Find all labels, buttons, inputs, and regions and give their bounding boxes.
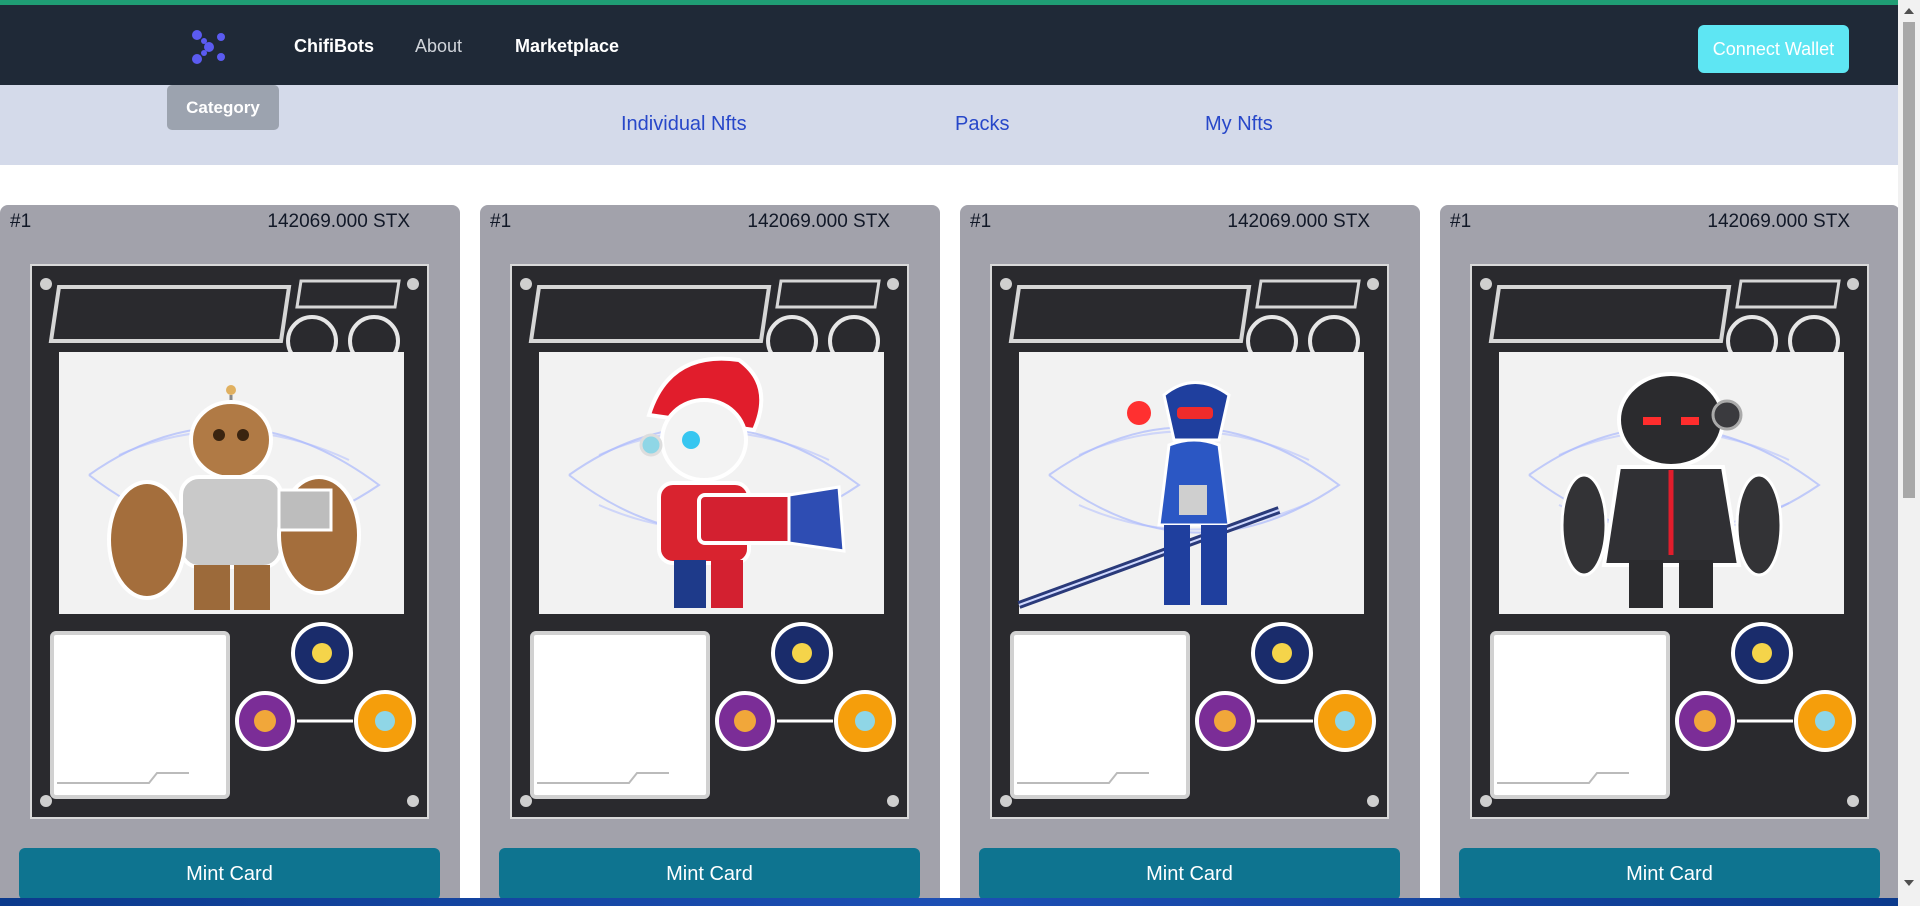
card-frame-art: [19, 255, 440, 828]
chifi-logo-icon[interactable]: [188, 26, 230, 68]
card-price: 142069.000 STX: [1707, 211, 1850, 232]
connect-wallet-button[interactable]: Connect Wallet: [1698, 25, 1849, 73]
page-scrollbar[interactable]: [1898, 0, 1920, 906]
card-id: #1: [970, 211, 992, 232]
nav-link-about[interactable]: About: [415, 36, 462, 57]
nft-card: #1 142069.000 STX Mint Card: [0, 205, 460, 906]
category-subnav: Individual Nfts Packs My Nfts: [0, 85, 1898, 165]
card-price: 142069.000 STX: [267, 211, 410, 232]
mint-card-button[interactable]: Mint Card: [499, 848, 920, 900]
nav-link-marketplace[interactable]: Marketplace: [515, 36, 619, 57]
mint-card-button[interactable]: Mint Card: [19, 848, 440, 900]
nft-card-image[interactable]: [499, 255, 920, 828]
card-frame-art: [1459, 255, 1880, 828]
card-frame-art: [979, 255, 1400, 828]
mint-card-button[interactable]: Mint Card: [979, 848, 1400, 900]
tab-packs[interactable]: Packs: [955, 113, 1009, 136]
card-frame-art: [499, 255, 920, 828]
scroll-up-arrow-icon[interactable]: [1904, 8, 1914, 14]
nft-card-image[interactable]: [979, 255, 1400, 828]
card-id: #1: [10, 211, 32, 232]
nft-card: #1 142069.000 STX Mint Card: [960, 205, 1420, 906]
tab-individual-nfts[interactable]: Individual Nfts: [621, 113, 747, 136]
category-button[interactable]: Category: [167, 85, 279, 130]
mint-card-button[interactable]: Mint Card: [1459, 848, 1880, 900]
tab-my-nfts[interactable]: My Nfts: [1205, 113, 1273, 136]
nav-link-chifibots[interactable]: ChifiBots: [294, 36, 374, 57]
nft-card-image[interactable]: [1459, 255, 1880, 828]
scroll-down-arrow-icon[interactable]: [1904, 880, 1914, 886]
card-id: #1: [1450, 211, 1472, 232]
scrollbar-thumb[interactable]: [1903, 22, 1915, 498]
taskbar-edge: [0, 898, 1898, 906]
nft-card-image[interactable]: [19, 255, 440, 828]
navbar: ChifiBots About Marketplace Connect Wall…: [0, 5, 1898, 85]
card-id: #1: [490, 211, 512, 232]
card-price: 142069.000 STX: [747, 211, 890, 232]
nft-card: #1 142069.000 STX Mint Card: [480, 205, 940, 906]
card-price: 142069.000 STX: [1227, 211, 1370, 232]
nft-card: #1 142069.000 STX Mint Card: [1440, 205, 1900, 906]
